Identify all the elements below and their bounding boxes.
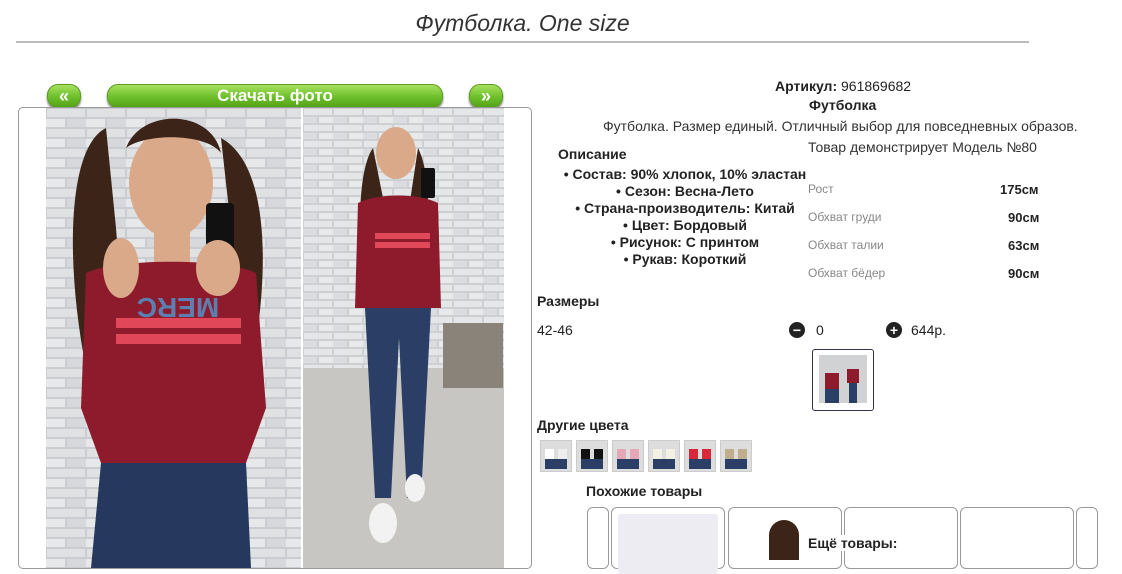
spec-value-waist: 63см bbox=[1008, 238, 1040, 253]
similar-next-arrow[interactable] bbox=[1076, 507, 1098, 569]
description-item: • Цвет: Бордовый bbox=[623, 217, 747, 233]
description-list: • Состав: 90% хлопок, 10% эластан • Сезо… bbox=[560, 166, 810, 268]
spec-name-hips: Обхват бёдер bbox=[808, 266, 886, 280]
spec-value-chest: 90см bbox=[1008, 210, 1040, 225]
similar-heading: Похожие товары bbox=[586, 483, 703, 499]
description-item: • Рисунок: С принтом bbox=[610, 234, 760, 250]
article-label: Артикул: bbox=[775, 78, 838, 94]
description-item: • Страна-производитель: Китай bbox=[575, 200, 795, 216]
minus-circle-icon[interactable]: − bbox=[789, 322, 805, 338]
product-short-description: Футболка. Размер единый. Отличный выбор … bbox=[603, 118, 1078, 134]
description-item: • Рукав: Короткий bbox=[623, 251, 747, 267]
color-thumb-1[interactable] bbox=[540, 440, 572, 472]
description-item: • Состав: 90% хлопок, 10% эластан bbox=[563, 166, 807, 182]
svg-text:MERC: MERC bbox=[137, 292, 219, 323]
download-photo-button[interactable]: Скачать фото bbox=[107, 84, 443, 108]
other-colors-heading: Другие цвета bbox=[537, 417, 629, 433]
color-thumb-6[interactable] bbox=[720, 440, 752, 472]
title-divider bbox=[16, 41, 1029, 43]
similar-item[interactable] bbox=[611, 507, 725, 574]
spec-value-height: 175см bbox=[1000, 182, 1039, 197]
thumbnail-image bbox=[819, 355, 867, 403]
description-heading: Описание bbox=[558, 146, 627, 162]
product-photo-frame: MERC bbox=[18, 107, 532, 569]
page-title: Футболка. One size bbox=[415, 10, 630, 36]
product-name: Футболка bbox=[809, 97, 877, 113]
price-value: 644р. bbox=[911, 322, 947, 338]
color-thumb-2[interactable] bbox=[576, 440, 608, 472]
selected-color-thumbnail[interactable] bbox=[812, 349, 874, 411]
spec-name-chest: Обхват груди bbox=[808, 210, 882, 224]
article-row: Артикул: 961869682 bbox=[775, 78, 911, 94]
product-photo-front[interactable]: MERC bbox=[46, 108, 301, 568]
color-thumb-5[interactable] bbox=[684, 440, 716, 472]
similar-prev-arrow[interactable] bbox=[587, 507, 609, 569]
spec-name-height: Рост bbox=[808, 182, 834, 196]
similar-item[interactable] bbox=[960, 507, 1074, 569]
model-note: Товар демонстрирует Модель №80 bbox=[808, 139, 1037, 155]
description-item: • Сезон: Весна-Лето bbox=[616, 183, 754, 199]
next-photo-button[interactable]: » bbox=[469, 84, 503, 108]
article-value: 961869682 bbox=[841, 78, 912, 94]
quantity-value[interactable]: 0 bbox=[816, 322, 824, 338]
sizes-heading: Размеры bbox=[537, 293, 600, 309]
spec-name-waist: Обхват талии bbox=[808, 238, 884, 252]
color-thumb-3[interactable] bbox=[612, 440, 644, 472]
size-label: 42-46 bbox=[537, 322, 573, 338]
prev-photo-button[interactable]: « bbox=[47, 84, 81, 108]
plus-circle-icon[interactable]: + bbox=[886, 322, 902, 338]
spec-value-hips: 90см bbox=[1008, 266, 1040, 281]
color-thumb-4[interactable] bbox=[648, 440, 680, 472]
product-photo-full[interactable] bbox=[303, 108, 504, 568]
